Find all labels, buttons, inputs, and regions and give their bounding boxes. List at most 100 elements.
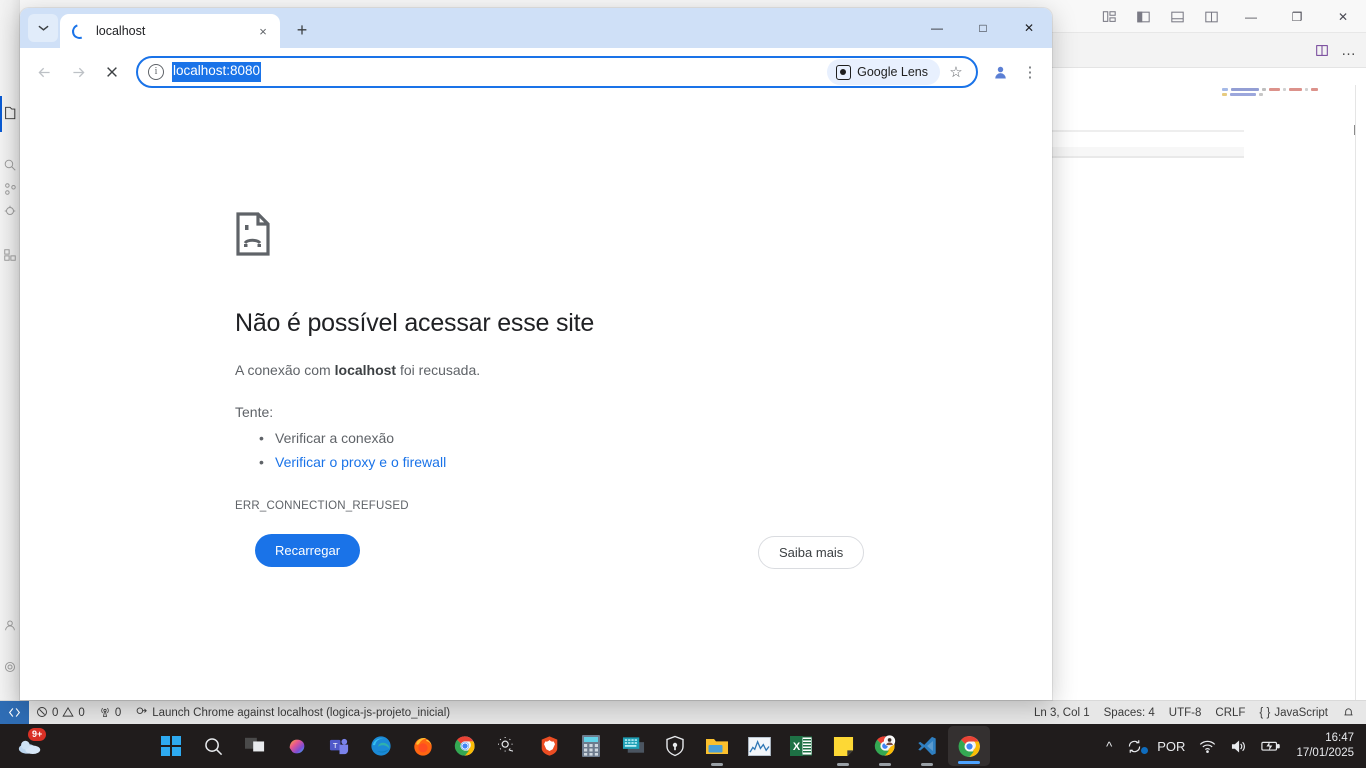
- profile-avatar-icon[interactable]: [986, 58, 1014, 86]
- toggle-secondary-sidebar-icon[interactable]: [1194, 0, 1228, 33]
- vscode-button[interactable]: [906, 724, 948, 768]
- brave-icon: [541, 736, 557, 756]
- error-icon: [36, 706, 48, 720]
- chrome-icon: [958, 735, 980, 757]
- indentation-setting[interactable]: Spaces: 4: [1097, 701, 1162, 725]
- teams-button[interactable]: T: [318, 724, 360, 768]
- reload-button[interactable]: Recarregar: [255, 534, 361, 567]
- task-view-button[interactable]: [234, 724, 276, 768]
- search-button[interactable]: [192, 724, 234, 768]
- running-indicator: [837, 763, 849, 766]
- task-manager-button[interactable]: [738, 724, 780, 768]
- folder-icon: [706, 739, 728, 754]
- try-label: Tente:: [235, 404, 274, 420]
- minimize-button[interactable]: —: [914, 8, 960, 48]
- customize-layout-icon[interactable]: [1092, 0, 1126, 33]
- toggle-panel-icon[interactable]: [1160, 0, 1194, 33]
- teams-icon: T: [329, 738, 348, 754]
- stop-loading-button[interactable]: [96, 56, 128, 88]
- extensions-icon[interactable]: [2, 248, 18, 264]
- close-icon[interactable]: ×: [254, 22, 272, 40]
- error-actions: Recarregar Saiba mais: [255, 534, 1052, 574]
- svg-text:X: X: [793, 741, 801, 753]
- accounts-icon[interactable]: [2, 618, 18, 634]
- vscode-close-button[interactable]: ✕: [1320, 0, 1366, 33]
- site-info-icon[interactable]: i: [148, 64, 164, 80]
- excel-button[interactable]: X: [780, 724, 822, 768]
- file-explorer-button[interactable]: [696, 724, 738, 768]
- onedrive-sync-icon[interactable]: [1119, 724, 1150, 768]
- split-editor-icon[interactable]: [1308, 39, 1336, 63]
- remote-window-button[interactable]: [0, 700, 29, 725]
- close-button[interactable]: ✕: [1006, 8, 1052, 48]
- battery-charging-icon[interactable]: [1254, 724, 1288, 768]
- chrome-profile-button[interactable]: [864, 724, 906, 768]
- problems-button[interactable]: 0 0: [29, 701, 92, 725]
- start-button[interactable]: [150, 724, 192, 768]
- browser-tab[interactable]: localhost ×: [60, 14, 280, 48]
- vscode-titlebar-controls: — ❐ ✕: [1092, 0, 1366, 33]
- tray-time: 16:47: [1325, 732, 1354, 744]
- calculator-button[interactable]: [570, 724, 612, 768]
- sticky-notes-button[interactable]: [822, 724, 864, 768]
- chrome-active-button[interactable]: [948, 726, 990, 766]
- bitwarden-button[interactable]: [654, 724, 696, 768]
- tray-overflow-button[interactable]: ^: [1099, 724, 1119, 768]
- speaker-icon[interactable]: [1223, 724, 1254, 768]
- lock-shield-icon: [666, 735, 684, 757]
- error-count: 0: [52, 706, 59, 719]
- tab-title: localhost: [96, 24, 146, 38]
- debug-alt-icon: [135, 705, 148, 720]
- code-minimap: [1222, 88, 1318, 96]
- language-mode[interactable]: { } JavaScript: [1252, 701, 1335, 725]
- active-indicator: [958, 761, 980, 764]
- settings-gear-icon: [498, 737, 513, 752]
- terminal-button[interactable]: [612, 724, 654, 768]
- firefox-icon: [414, 737, 432, 756]
- running-indicator: [921, 763, 933, 766]
- search-icon[interactable]: [2, 158, 18, 174]
- copilot-button[interactable]: [276, 724, 318, 768]
- url-text[interactable]: localhost:8080: [172, 62, 262, 82]
- encoding-setting[interactable]: UTF-8: [1162, 701, 1209, 725]
- back-button[interactable]: [28, 56, 60, 88]
- notification-bell-icon[interactable]: [1335, 701, 1362, 725]
- weather-widget[interactable]: 9+: [0, 724, 60, 768]
- cursor-position[interactable]: Ln 3, Col 1: [1027, 701, 1097, 725]
- language-name: JavaScript: [1274, 706, 1328, 719]
- chrome-menu-icon[interactable]: ⋮: [1016, 58, 1044, 86]
- editor-divider: [1052, 156, 1244, 158]
- learn-more-button[interactable]: Saiba mais: [758, 536, 865, 569]
- vscode-restore-button[interactable]: ❐: [1274, 0, 1320, 33]
- forward-button[interactable]: [62, 56, 94, 88]
- vscode-more-actions-icon[interactable]: …: [1336, 39, 1362, 63]
- vscode-minimize-button[interactable]: —: [1228, 0, 1274, 33]
- launch-config-button[interactable]: Launch Chrome against localhost (logica-…: [128, 701, 457, 725]
- settings-gear-icon[interactable]: [2, 660, 18, 676]
- run-debug-icon[interactable]: [2, 204, 18, 220]
- wifi-icon[interactable]: [1192, 724, 1223, 768]
- settings-button[interactable]: [486, 724, 528, 768]
- explorer-icon[interactable]: [2, 106, 18, 122]
- firefox-button[interactable]: [402, 724, 444, 768]
- clock-widget[interactable]: 16:47 17/01/2025: [1288, 724, 1366, 768]
- eol-setting[interactable]: CRLF: [1208, 701, 1252, 725]
- chevron-down-icon[interactable]: [28, 14, 58, 42]
- maximize-button[interactable]: □: [960, 8, 1006, 48]
- google-lens-label: Google Lens: [857, 65, 928, 79]
- address-bar[interactable]: i localhost:8080 Google Lens ☆: [136, 56, 978, 88]
- list-item-link[interactable]: Verificar o proxy e o firewall: [235, 450, 1052, 474]
- source-control-icon[interactable]: [2, 182, 18, 198]
- brave-button[interactable]: [528, 724, 570, 768]
- google-lens-button[interactable]: Google Lens: [827, 59, 940, 85]
- list-item: Verificar a conexão: [235, 426, 1052, 450]
- new-tab-button[interactable]: +: [288, 16, 316, 44]
- toggle-primary-sidebar-icon[interactable]: [1126, 0, 1160, 33]
- chrome-button[interactable]: [444, 724, 486, 768]
- bookmark-star-icon[interactable]: ☆: [942, 58, 970, 86]
- chrome-icon: [454, 736, 475, 756]
- language-indicator[interactable]: POR: [1150, 724, 1192, 768]
- taskbar-app-list: T X: [150, 724, 990, 768]
- ports-button[interactable]: 0: [92, 701, 128, 725]
- edge-button[interactable]: [360, 724, 402, 768]
